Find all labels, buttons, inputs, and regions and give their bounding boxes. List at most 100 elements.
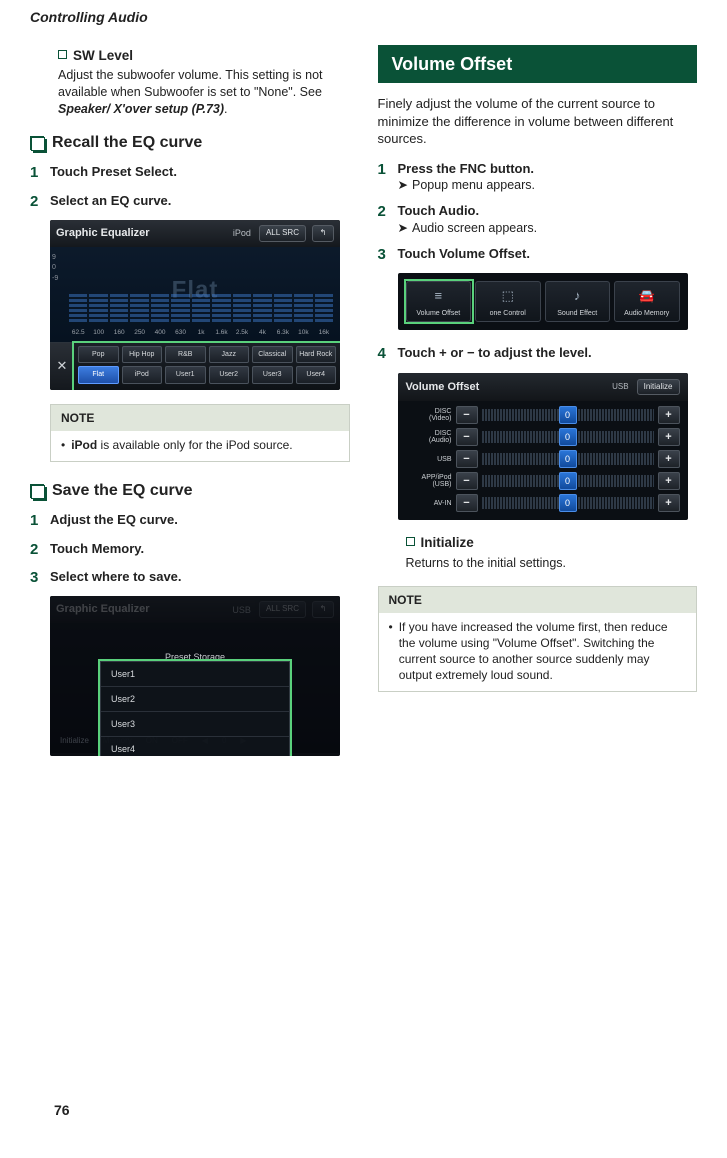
note-bullet: • If you have increased the volume first… (389, 619, 687, 684)
bullet-icon: • (61, 437, 65, 453)
vo-row: DISC(Video)−0+ (406, 406, 680, 424)
vo-step2: Touch Audio. (398, 202, 698, 220)
eq-freq-labels: 62.51001602504006301k1.6k2.5k4k6.3k10k16… (68, 329, 334, 338)
close-presets-button[interactable]: ✕ (50, 343, 74, 390)
preset-storage-list: User1 User2 User3 User4 Close (100, 661, 290, 756)
save-step1: Adjust the EQ curve. (50, 511, 350, 531)
storage-user1[interactable]: User1 (101, 662, 289, 687)
note-ipod-bold: iPod (71, 438, 97, 452)
all-src-button[interactable]: ALL SRC (259, 601, 306, 618)
all-src-button[interactable]: ALL SRC (259, 225, 306, 242)
step-number: 2 (30, 192, 50, 212)
vo-value: 0 (559, 406, 577, 424)
music-note-icon: ♪ (548, 286, 608, 306)
storage-user3[interactable]: User3 (101, 712, 289, 737)
save-step3: Select where to save. (50, 568, 350, 588)
preset-storage-screenshot: Graphic Equalizer USB ALL SRC ↰ Preset S… (50, 596, 340, 756)
step-number: 2 (378, 202, 398, 236)
storage-user4[interactable]: User4 (101, 737, 289, 756)
sw-body-b: . (224, 102, 227, 116)
back-button[interactable]: ↰ (312, 601, 334, 618)
preset-pop[interactable]: Pop (78, 346, 119, 363)
vo-slider[interactable]: 0 (482, 428, 654, 446)
preset-rnb[interactable]: R&B (165, 346, 206, 363)
vo-slider[interactable]: 0 (482, 472, 654, 490)
volume-offset-screenshot: Volume Offset USB Initialize DISC(Video)… (398, 373, 688, 521)
minus-button[interactable]: − (456, 494, 478, 512)
recall-heading: Recall the EQ curve (52, 132, 202, 154)
square-marker-icon (406, 537, 415, 546)
volume-offset-label: Volume Offset (439, 246, 526, 261)
initialize-body: Returns to the initial settings. (406, 555, 698, 572)
plus-button[interactable]: + (658, 428, 680, 446)
vo-slider[interactable]: 0 (482, 406, 654, 424)
section-icon (30, 136, 44, 150)
bullet-icon: • (389, 619, 393, 684)
vo-step4: Touch + or − to adjust the level. (398, 344, 698, 364)
plus-button[interactable]: + (658, 450, 680, 468)
menu-zone-control[interactable]: ⬚ one Control (475, 281, 541, 322)
note-box: NOTE • iPod is available only for the iP… (50, 404, 350, 462)
preset-hardrock[interactable]: Hard Rock (296, 346, 337, 363)
storage-user2[interactable]: User2 (101, 687, 289, 712)
vo-value: 0 (559, 450, 577, 468)
step1-b: . (173, 164, 177, 179)
audio-menu-screenshot: ≡ Volume Offset ⬚ one Control ♪ Sound Ef… (398, 273, 688, 330)
sw-level-body: Adjust the subwoofer volume. This settin… (58, 67, 350, 118)
sw-body-a: Adjust the subwoofer volume. This settin… (58, 68, 323, 99)
preset-jazz[interactable]: Jazz (209, 346, 250, 363)
preset-classical[interactable]: Classical (252, 346, 293, 363)
preset-select-label: Preset Select (92, 164, 174, 179)
plus-button[interactable]: + (658, 472, 680, 490)
step-number: 1 (30, 163, 50, 183)
volume-offset-section-bar: Volume Offset (378, 45, 698, 83)
menu-audio-memory[interactable]: 🚘 Audio Memory (614, 281, 680, 322)
note-header: NOTE (51, 405, 349, 431)
preset-user3[interactable]: User3 (252, 366, 293, 383)
menu-sound-effect[interactable]: ♪ Sound Effect (545, 281, 611, 322)
initialize-heading: Initialize (421, 534, 474, 552)
preset-panel: Pop Hip Hop R&B Jazz Classical Hard Rock… (74, 343, 340, 390)
arrow-icon: ➤ (398, 177, 408, 194)
left-column: SW Level Adjust the subwoofer volume. Th… (30, 45, 350, 770)
vo-row: AV-IN−0+ (406, 494, 680, 512)
menu-volume-offset[interactable]: ≡ Volume Offset (406, 281, 472, 322)
initialize-btn[interactable]: Initialize (56, 734, 93, 749)
note2-text: If you have increased the volume first, … (399, 619, 686, 684)
eq-bars[interactable] (68, 264, 334, 322)
preset-flat[interactable]: Flat (78, 366, 119, 383)
volume-offset-intro: Finely adjust the volume of the current … (378, 95, 698, 148)
step-number: 3 (378, 245, 398, 265)
preset-hiphop[interactable]: Hip Hop (122, 346, 163, 363)
plus-button[interactable]: + (658, 406, 680, 424)
minus-button[interactable]: − (456, 428, 478, 446)
vo-row: APP/iPod(USB)− 0 + (406, 472, 680, 490)
eq-title: Graphic Equalizer (56, 226, 233, 241)
vo-source: USB (612, 382, 628, 393)
initialize-button[interactable]: Initialize (637, 379, 680, 396)
vo-step3: Touch Volume Offset. (398, 245, 698, 265)
step-number: 1 (378, 160, 398, 194)
back-button[interactable]: ↰ (312, 225, 334, 242)
preset-user1[interactable]: User1 (165, 366, 206, 383)
eq-scale: 90-9 (52, 253, 58, 285)
save-step2: Touch Memory. (50, 540, 350, 560)
eq-source: USB (232, 604, 251, 616)
recall-step1: Touch Preset Select. (50, 163, 350, 183)
section-icon (30, 484, 44, 498)
minus-button[interactable]: − (456, 450, 478, 468)
square-marker-icon (58, 50, 67, 59)
plus-button[interactable]: + (658, 494, 680, 512)
preset-ipod[interactable]: iPod (122, 366, 163, 383)
vo-row-label: APP/iPod(USB) (406, 474, 452, 489)
vo-row: DISC(Audio)−0+ (406, 428, 680, 446)
preset-user4[interactable]: User4 (296, 366, 337, 383)
right-column: Volume Offset Finely adjust the volume o… (378, 45, 698, 770)
minus-button[interactable]: − (456, 406, 478, 424)
note-bullet: • iPod is available only for the iPod so… (61, 437, 339, 453)
vo-slider[interactable]: 0 (482, 494, 654, 512)
vo-value: 0 (559, 472, 577, 490)
vo-slider[interactable]: 0 (482, 450, 654, 468)
preset-user2[interactable]: User2 (209, 366, 250, 383)
minus-button[interactable]: − (456, 472, 478, 490)
